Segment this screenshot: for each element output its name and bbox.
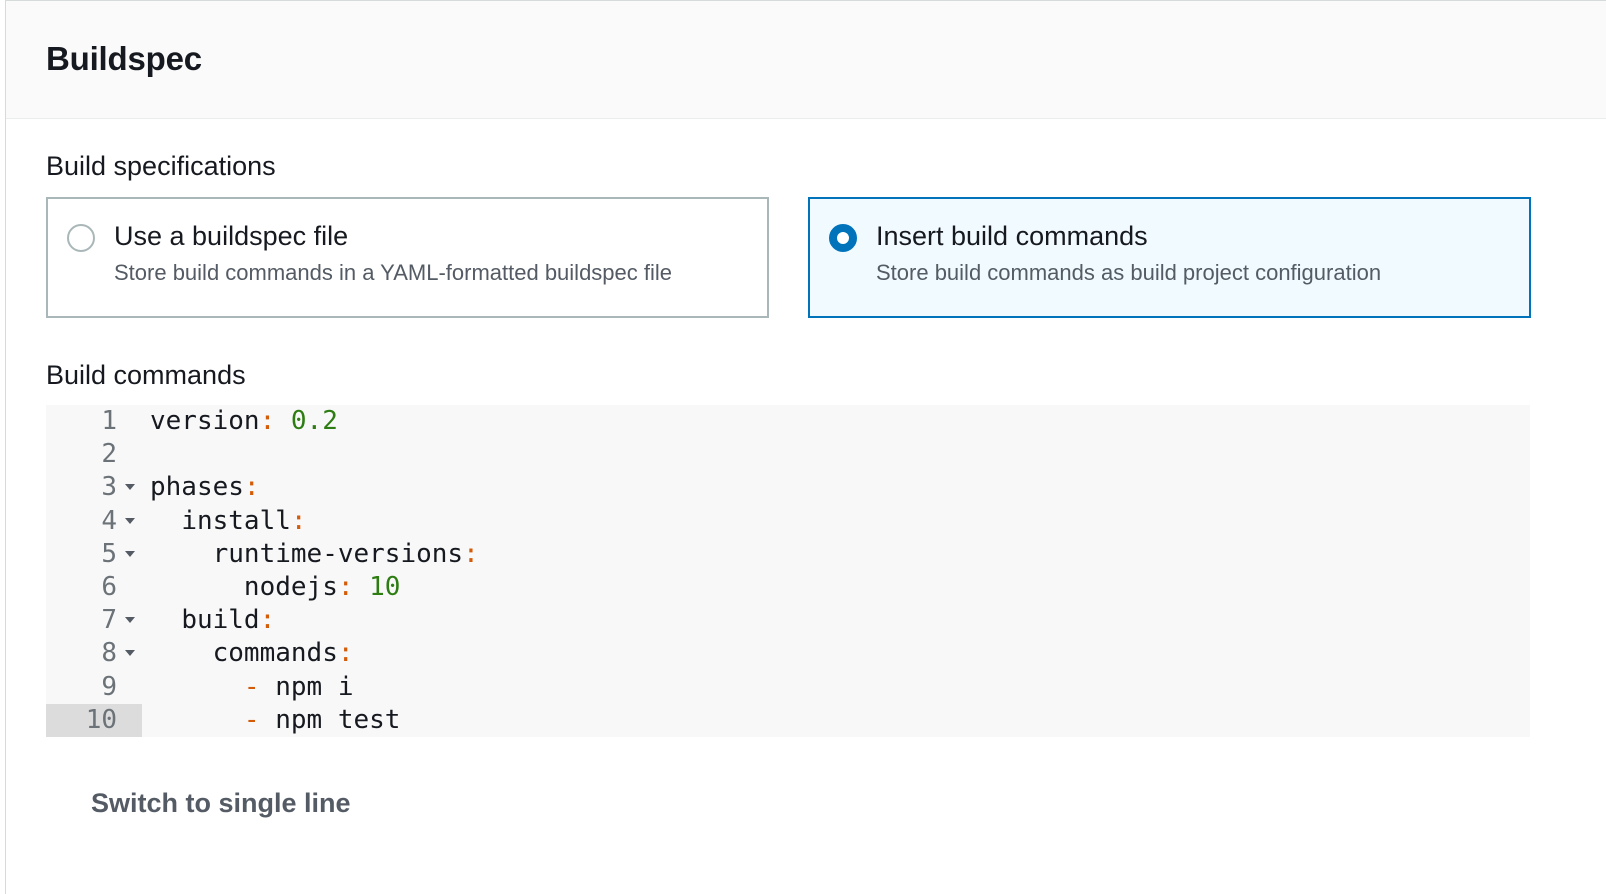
code-colon: : [259, 605, 276, 636]
code-text: - npm i [142, 671, 354, 704]
buildspec-panel: Buildspec Build specifications Use a bui… [5, 0, 1606, 894]
tile-title: Insert build commands [876, 221, 1148, 251]
code-key: commands [212, 638, 338, 669]
line-number-text: 2 [101, 439, 117, 470]
line-number: 8 [46, 637, 142, 670]
line-number-text: 4 [101, 505, 117, 536]
code-text: - npm test [142, 704, 401, 737]
fold-arrow-icon[interactable] [125, 484, 135, 491]
code-line[interactable]: 3 phases: [46, 471, 1530, 504]
code-colon: : [290, 505, 307, 536]
code-line[interactable]: 7 build: [46, 604, 1530, 637]
code-colon: : [243, 472, 260, 503]
line-number: 7 [46, 604, 142, 637]
code-line[interactable]: 6 nodejs: 10 [46, 571, 1530, 604]
code-key: phases [150, 472, 244, 503]
line-number-text: 6 [101, 571, 117, 602]
code-text: version: 0.2 [142, 405, 338, 438]
line-number-text: 5 [101, 538, 117, 569]
tile-insert-build-commands[interactable]: Insert build commands Store build comman… [808, 197, 1531, 318]
line-number: 10 [46, 703, 142, 737]
code-value: npm test [259, 704, 401, 735]
code-colon: : [337, 638, 354, 669]
code-text: build: [142, 604, 275, 637]
line-number: 1 [46, 405, 142, 438]
code-line[interactable]: 4 install: [46, 505, 1530, 538]
switch-to-single-line-link[interactable]: Switch to single line [91, 788, 351, 819]
line-number: 4 [46, 505, 142, 538]
radio-unchecked-icon[interactable] [67, 224, 95, 252]
code-key: install [181, 505, 291, 536]
line-number: 3 [46, 471, 142, 504]
code-editor[interactable]: 1 version: 0.2 2 3 phases: 4 install: 5 runtim… [46, 405, 1530, 737]
code-line[interactable]: 5 runtime-versions: [46, 538, 1530, 571]
code-key: runtime-versions [212, 538, 464, 569]
code-line[interactable]: 9 - npm i [46, 671, 1530, 704]
line-number-text: 1 [101, 406, 117, 436]
code-colon: : [463, 538, 479, 569]
code-colon: : [337, 571, 354, 602]
fold-arrow-icon[interactable] [125, 517, 135, 524]
line-number: 6 [46, 571, 142, 604]
code-text: nodejs: 10 [142, 571, 401, 604]
code-value: 0.2 [275, 406, 338, 436]
code-key: nodejs [243, 571, 338, 602]
code-key: build [181, 605, 260, 636]
code-value: npm i [259, 671, 354, 702]
tile-use-buildspec-file[interactable]: Use a buildspec file Store build command… [46, 197, 769, 318]
fold-arrow-icon[interactable] [125, 550, 135, 557]
tile-title: Use a buildspec file [114, 221, 349, 251]
line-number: 2 [46, 438, 142, 471]
code-text: commands: [142, 637, 354, 670]
line-number-text: 7 [101, 605, 117, 636]
tile-description: Store build commands as build project co… [876, 260, 1382, 285]
code-value: 10 [353, 571, 401, 602]
code-line[interactable]: 8 commands: [46, 637, 1530, 670]
line-number: 9 [46, 671, 142, 704]
fold-arrow-icon[interactable] [125, 650, 135, 657]
build-commands-label: Build commands [46, 360, 246, 390]
code-line[interactable]: 2 [46, 438, 1530, 471]
line-number-text: 3 [101, 472, 117, 503]
code-line[interactable]: 10 - npm test [46, 703, 1530, 737]
code-dash: - [243, 671, 260, 702]
build-specifications-label: Build specifications [46, 151, 276, 181]
line-number-text: 8 [101, 638, 117, 669]
code-colon: : [259, 406, 276, 436]
line-number: 5 [46, 538, 142, 571]
panel-title: Buildspec [46, 39, 202, 77]
tile-description: Store build commands in a YAML-formatted… [114, 260, 673, 285]
radio-checked-icon[interactable] [829, 224, 857, 252]
code-text: runtime-versions: [142, 538, 479, 571]
line-number-text: 9 [101, 671, 117, 702]
code-dash: - [243, 704, 260, 735]
fold-arrow-icon[interactable] [125, 617, 135, 624]
code-key: version [150, 406, 260, 436]
code-text: install: [142, 505, 307, 538]
code-line[interactable]: 1 version: 0.2 [46, 405, 1530, 438]
code-text: phases: [142, 471, 260, 504]
line-number-text: 10 [85, 704, 117, 735]
panel-header: Buildspec [6, 1, 1606, 119]
